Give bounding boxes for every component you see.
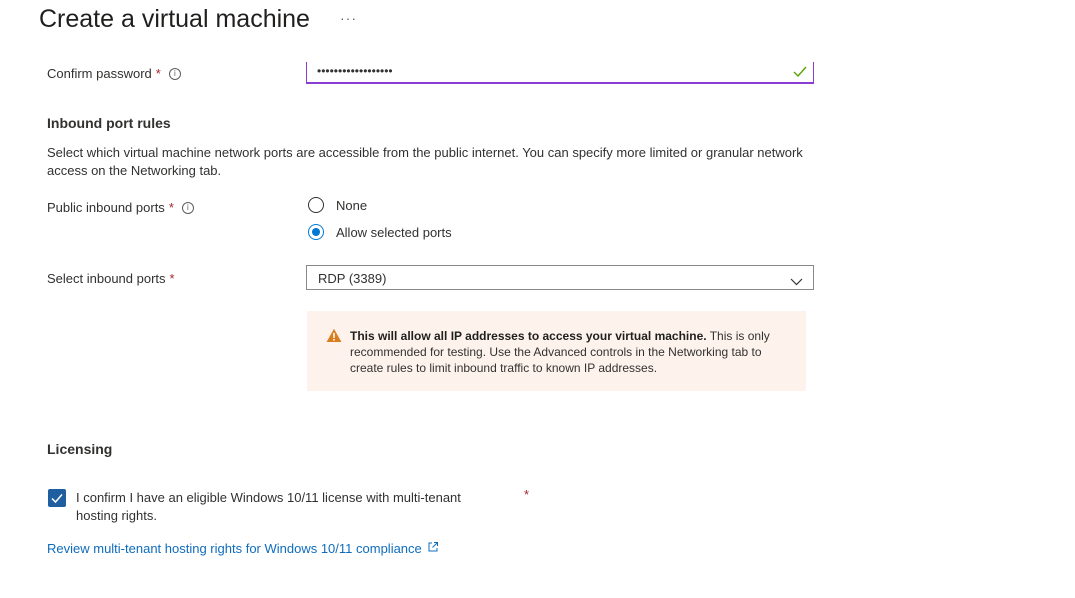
licensing-heading: Licensing — [47, 441, 113, 457]
hosting-rights-link-text: Review multi-tenant hosting rights for W… — [47, 541, 422, 556]
info-icon[interactable]: i — [181, 201, 194, 214]
checkmark-icon — [51, 494, 63, 504]
license-confirm-label: I confirm I have an eligible Windows 10/… — [76, 490, 461, 523]
public-inbound-ports-label: Public inbound ports * i — [47, 200, 194, 215]
warning-message: This will allow all IP addresses to acce… — [350, 328, 795, 376]
license-confirm-checkbox[interactable] — [48, 489, 66, 507]
required-mark: * — [524, 487, 530, 502]
select-inbound-ports-value: RDP (3389) — [318, 271, 387, 286]
inbound-port-rules-heading: Inbound port rules — [47, 115, 171, 131]
radio-option-allow-selected-ports[interactable]: Allow selected ports — [308, 223, 508, 243]
info-icon[interactable]: i — [168, 67, 181, 80]
select-inbound-ports-dropdown[interactable]: RDP (3389) — [306, 265, 814, 290]
required-mark: * — [168, 200, 174, 215]
external-link-icon — [427, 541, 439, 556]
required-mark: * — [169, 271, 175, 286]
confirm-password-label: Confirm password * i — [47, 66, 181, 81]
warning-icon — [326, 328, 342, 348]
confirm-password-field[interactable]: •••••••••••••••••• — [306, 62, 814, 84]
confirm-password-value: •••••••••••••••••• — [317, 64, 393, 78]
hosting-rights-link[interactable]: Review multi-tenant hosting rights for W… — [47, 541, 439, 556]
select-inbound-ports-label: Select inbound ports * — [47, 271, 175, 286]
warning-message-bold: This will allow all IP addresses to acce… — [350, 329, 707, 343]
public-inbound-ports-label-text: Public inbound ports — [47, 200, 165, 215]
radio-button-allow-selected-ports[interactable] — [308, 224, 324, 240]
radio-label-none: None — [336, 198, 368, 213]
confirm-password-label-text: Confirm password — [47, 66, 152, 81]
radio-label-allow-selected-ports: Allow selected ports — [336, 225, 452, 240]
select-inbound-ports-label-text: Select inbound ports — [47, 271, 166, 286]
warning-banner: This will allow all IP addresses to acce… — [307, 311, 806, 391]
more-options-button[interactable]: ··· — [340, 10, 357, 26]
radio-option-none[interactable]: None — [308, 196, 508, 216]
inbound-port-rules-description: Select which virtual machine network por… — [47, 145, 803, 178]
checkmark-icon — [793, 65, 807, 83]
radio-button-none[interactable] — [308, 197, 324, 213]
chevron-down-icon — [790, 273, 803, 291]
required-mark: * — [155, 66, 161, 81]
page-title: Create a virtual machine — [39, 5, 310, 33]
